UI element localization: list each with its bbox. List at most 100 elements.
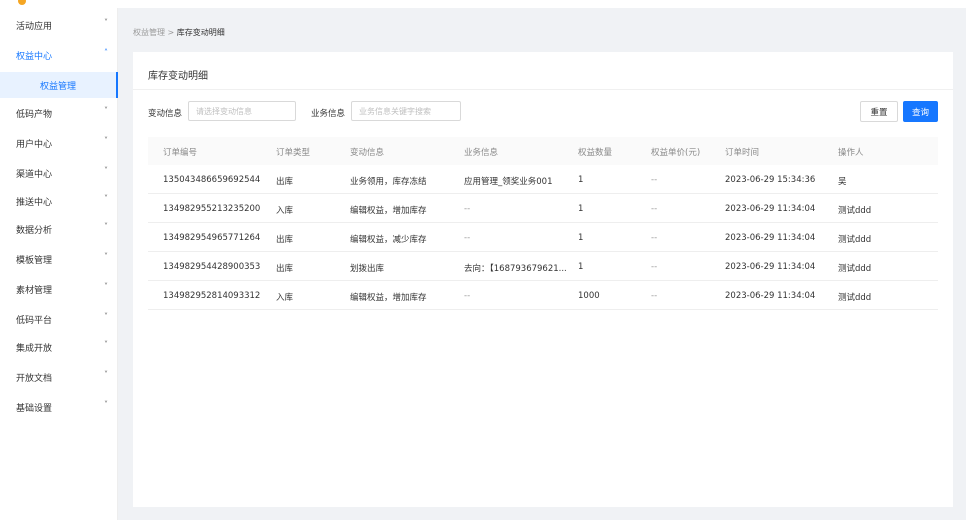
breadcrumb-parent-link[interactable]: 权益管理 (133, 28, 165, 37)
cell-unit-price: -- (651, 262, 658, 272)
cell-order-type: 入库 (276, 206, 294, 216)
sidebar-item-integration[interactable]: 集成开放 ˅ (0, 332, 118, 362)
cell-quantity: 1 (578, 233, 584, 243)
sidebar-item-label: 用户中心 (16, 139, 53, 150)
cell-order-time: 2023-06-29 11:34:04 (725, 204, 816, 214)
change-info-label: 变动信息 (148, 109, 183, 119)
column-header-order-type: 订单类型 (276, 148, 311, 158)
sidebar-item-label: 权益中心 (16, 51, 53, 62)
cell-order-time: 2023-06-29 11:34:04 (725, 233, 816, 243)
table-row[interactable]: 134982954428900353 出库 划拨出库 去向：【168793679… (148, 252, 938, 281)
sidebar-item-label: 低码平台 (16, 315, 53, 326)
cell-order-no: 134982954965771264 (163, 233, 261, 243)
table-row[interactable]: 134982955213235200 入库 编辑权益，增加库存 -- 1 -- … (148, 194, 938, 223)
cell-unit-price: -- (651, 233, 658, 243)
cell-change-info: 划拨出库 (350, 264, 385, 274)
content-panel: 库存变动明细 变动信息 业务信息 重置 查询 订单编号 订单类型 变动信息 业务… (133, 52, 953, 507)
title-divider (133, 89, 953, 90)
cell-order-time: 2023-06-29 15:34:36 (725, 175, 816, 185)
table-header: 订单编号 订单类型 变动信息 业务信息 权益数量 权益单价(元) 订单时间 操作… (148, 137, 938, 165)
sidebar-item-label: 推送中心 (16, 197, 53, 208)
sidebar-item-channel-center[interactable]: 渠道中心 ˅ (0, 158, 118, 188)
sidebar-item-lowcode-platform[interactable]: 低码平台 ˅ (0, 304, 118, 334)
cell-order-type: 出库 (276, 177, 294, 187)
query-button[interactable]: 查询 (903, 101, 938, 122)
cell-unit-price: -- (651, 204, 658, 214)
chevron-down-icon: ˅ (104, 136, 108, 145)
chevron-down-icon: ˅ (104, 194, 108, 203)
page-title: 库存变动明细 (148, 71, 208, 82)
cell-quantity: 1 (578, 175, 584, 185)
chevron-down-icon: ˅ (104, 106, 108, 115)
sidebar-item-material-management[interactable]: 素材管理 ˅ (0, 274, 118, 304)
column-header-change-info: 变动信息 (350, 148, 385, 158)
sidebar-item-label: 数据分析 (16, 225, 53, 236)
chevron-down-icon: ˅ (104, 222, 108, 231)
cell-unit-price: -- (651, 291, 658, 301)
column-header-operator: 操作人 (838, 148, 864, 158)
sidebar-item-rights-center[interactable]: 权益中心 ˄ (0, 40, 118, 70)
sidebar-item-label: 活动应用 (16, 21, 53, 32)
cell-order-no: 134982952814093312 (163, 291, 261, 301)
cell-quantity: 1 (578, 204, 584, 214)
sidebar-item-template-management[interactable]: 模板管理 ˅ (0, 244, 118, 274)
sidebar-item-label: 模板管理 (16, 255, 53, 266)
sidebar-item-label: 开放文档 (16, 373, 53, 384)
chevron-down-icon: ˅ (104, 370, 108, 379)
cell-change-info: 编辑权益，增加库存 (350, 293, 427, 303)
chevron-down-icon: ˅ (104, 166, 108, 175)
sidebar-item-activity-apps[interactable]: 活动应用 ˅ (0, 10, 118, 40)
table-row[interactable]: 134982952814093312 入库 编辑权益，增加库存 -- 1000 … (148, 281, 938, 310)
cell-business-info: 去向：【168793679621... (464, 264, 567, 274)
sidebar-item-label: 基础设置 (16, 403, 53, 414)
column-header-unit-price: 权益单价(元) (651, 148, 701, 158)
sidebar-item-label: 渠道中心 (16, 169, 53, 180)
sidebar-item-basic-settings[interactable]: 基础设置 ˅ (0, 392, 118, 422)
cell-business-info: -- (464, 233, 471, 243)
sidebar-item-lowcode-products[interactable]: 低码产物 ˅ (0, 98, 118, 128)
sidebar-item-label: 低码产物 (16, 109, 53, 120)
sidebar-item-data-analysis[interactable]: 数据分析 ˅ (0, 214, 118, 244)
cell-order-no: 135043486659692544 (163, 175, 261, 185)
logo-icon (18, 0, 26, 5)
cell-business-info: -- (464, 204, 471, 214)
sidebar-subitem-rights-management[interactable]: 权益管理 (0, 72, 118, 98)
sidebar-item-label: 素材管理 (16, 285, 53, 296)
breadcrumb-separator: > (167, 28, 175, 37)
cell-unit-price: -- (651, 175, 658, 185)
cell-order-type: 出库 (276, 235, 294, 245)
cell-operator: 测试ddd (838, 235, 872, 245)
chevron-down-icon: ˅ (104, 252, 108, 261)
column-header-quantity: 权益数量 (578, 148, 613, 158)
cell-order-no: 134982954428900353 (163, 262, 261, 272)
column-header-order-no: 订单编号 (163, 148, 198, 158)
sidebar-item-push-center[interactable]: 推送中心 ˅ (0, 186, 118, 216)
top-bar (0, 0, 966, 8)
cell-order-time: 2023-06-29 11:34:04 (725, 291, 816, 301)
chevron-down-icon: ˅ (104, 18, 108, 27)
change-info-select[interactable] (188, 101, 296, 121)
cell-change-info: 编辑权益，增加库存 (350, 206, 427, 216)
breadcrumb-current: 库存变动明细 (176, 28, 225, 37)
sidebar-item-open-docs[interactable]: 开放文档 ˅ (0, 362, 118, 392)
cell-change-info: 业务领用，库存冻结 (350, 177, 427, 187)
cell-business-info: -- (464, 291, 471, 301)
breadcrumb: 权益管理 > 库存变动明细 (133, 27, 225, 38)
table-row[interactable]: 134982954965771264 出库 编辑权益，减少库存 -- 1 -- … (148, 223, 938, 252)
cell-order-no: 134982955213235200 (163, 204, 261, 214)
reset-button[interactable]: 重置 (860, 101, 898, 122)
chevron-down-icon: ˅ (104, 340, 108, 349)
cell-operator: 吴 (838, 177, 847, 187)
sidebar-subitem-label: 权益管理 (39, 81, 76, 92)
cell-operator: 测试ddd (838, 293, 872, 303)
cell-business-info: 应用管理_领奖业务001 (464, 177, 553, 187)
table-row[interactable]: 135043486659692544 出库 业务领用，库存冻结 应用管理_领奖业… (148, 165, 938, 194)
chevron-down-icon: ˅ (104, 312, 108, 321)
column-header-order-time: 订单时间 (725, 148, 760, 158)
chevron-up-icon: ˄ (104, 48, 108, 57)
cell-quantity: 1 (578, 262, 584, 272)
cell-change-info: 编辑权益，减少库存 (350, 235, 427, 245)
sidebar-item-user-center[interactable]: 用户中心 ˅ (0, 128, 118, 158)
business-info-input[interactable] (351, 101, 461, 121)
chevron-down-icon: ˅ (104, 400, 108, 409)
